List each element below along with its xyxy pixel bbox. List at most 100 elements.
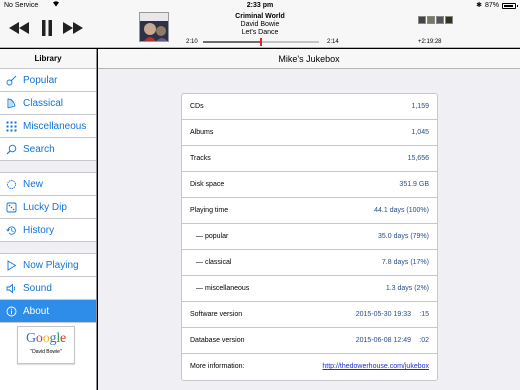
- row-date: 2015-05-30 19:33: [355, 311, 411, 318]
- table-row: Software version 2015-05-30 19:33 :15: [182, 302, 437, 328]
- row-label: — popular: [196, 233, 229, 240]
- google-query: "David Bowie": [30, 349, 62, 355]
- sidebar-item-label: Miscellaneous: [23, 120, 87, 132]
- sidebar-item-popular[interactable]: Popular: [0, 69, 96, 92]
- pause-button[interactable]: [38, 18, 56, 38]
- queue-thumbnail[interactable]: [427, 16, 435, 24]
- battery-icon: [502, 2, 518, 9]
- track-artist: David Bowie: [240, 21, 280, 28]
- row-label: — classical: [196, 259, 232, 266]
- harp-icon: [6, 98, 17, 109]
- row-value: 1.3 days (2%): [385, 285, 429, 292]
- speaker-icon: [6, 283, 17, 294]
- sidebar-item-label: Classical: [23, 97, 64, 109]
- row-label: Software version: [190, 311, 243, 318]
- row-label: Disk space: [190, 181, 225, 188]
- track-duration: 2:14: [327, 39, 339, 45]
- elapsed-time: 2:10: [186, 39, 198, 45]
- row-suffix: :02: [419, 337, 429, 344]
- sidebar-item-label: Now Playing: [23, 259, 79, 271]
- player-header: No Service 2:33 pm ✱ 87% Criminal World …: [0, 0, 520, 48]
- pause-icon: [42, 20, 52, 36]
- queue-thumbnails[interactable]: [418, 16, 453, 24]
- sidebar-item-sound[interactable]: Sound: [0, 277, 96, 300]
- row-label: Playing time: [190, 207, 229, 214]
- table-row: Disk space 351.9 GB: [182, 172, 437, 198]
- row-value: 35.0 days (79%): [378, 233, 429, 240]
- sidebar-item-now-playing[interactable]: Now Playing: [0, 254, 96, 277]
- sidebar-separator: [0, 161, 96, 173]
- progress-bar[interactable]: [203, 38, 319, 46]
- next-track-icon: [63, 22, 83, 34]
- sidebar-header: Library: [0, 49, 96, 69]
- table-row: Albums 1,045: [182, 120, 437, 146]
- sidebar-item-label: Popular: [23, 74, 58, 86]
- sidebar-item-miscellaneous[interactable]: Miscellaneous: [0, 115, 96, 138]
- sidebar-item-label: Sound: [23, 282, 52, 294]
- badge-icon: [6, 179, 17, 190]
- table-row: — miscellaneous 1.3 days (2%): [182, 276, 437, 302]
- table-row: More information: http://thedowerhouse.c…: [182, 354, 437, 380]
- row-label: CDs: [190, 103, 204, 110]
- table-row: Database version 2015-06-08 12:49 :02: [182, 328, 437, 354]
- table-row: CDs 1,159: [182, 94, 437, 120]
- sidebar-separator: [0, 242, 96, 254]
- row-value: 15,656: [407, 155, 429, 162]
- row-label: Tracks: [190, 155, 211, 162]
- table-row: — popular 35.0 days (79%): [182, 224, 437, 250]
- battery-percent: 87%: [484, 2, 499, 9]
- sidebar-item-label: New: [23, 178, 44, 190]
- page-title: Mike's Jukebox: [98, 49, 520, 69]
- sidebar-item-history[interactable]: History: [0, 219, 96, 242]
- library-sidebar: Library Popular Classical Miscellaneous …: [0, 49, 97, 390]
- stats-table: CDs 1,159 Albums 1,045 Tracks 15,656 Dis…: [181, 93, 438, 381]
- info-icon: [6, 306, 17, 317]
- sidebar-item-classical[interactable]: Classical: [0, 92, 96, 115]
- track-title: Criminal World: [235, 13, 285, 20]
- queue-thumbnail[interactable]: [445, 16, 453, 24]
- sidebar-item-new[interactable]: New: [0, 173, 96, 196]
- previous-track-icon: [9, 22, 29, 34]
- row-label: More information:: [190, 363, 245, 370]
- track-album: Let's Dance: [241, 29, 279, 36]
- magnifier-icon: [6, 144, 17, 155]
- main-panel: Mike's Jukebox CDs 1,159 Albums 1,045 Tr…: [98, 49, 520, 390]
- row-value: 44.1 days (100%): [374, 207, 429, 214]
- sidebar-item-lucky-dip[interactable]: Lucky Dip: [0, 196, 96, 219]
- play-icon: [6, 259, 17, 271]
- row-value: 351.9 GB: [399, 181, 429, 188]
- album-cover[interactable]: [139, 12, 169, 42]
- queue-thumbnail[interactable]: [418, 16, 426, 24]
- table-row: Playing time 44.1 days (100%): [182, 198, 437, 224]
- dice-icon: [6, 202, 17, 213]
- row-label: Database version: [190, 337, 245, 344]
- next-track-button[interactable]: [62, 18, 84, 38]
- grid-icon: [6, 121, 17, 132]
- progress-marker[interactable]: [260, 38, 262, 46]
- row-suffix: :15: [419, 311, 429, 318]
- table-row: Tracks 15,656: [182, 146, 437, 172]
- row-value: 1,159: [411, 103, 429, 110]
- queue-thumbnail[interactable]: [436, 16, 444, 24]
- bluetooth-icon: ✱: [476, 2, 482, 9]
- guitar-icon: [6, 75, 17, 86]
- google-logo: Google: [25, 331, 67, 346]
- more-info-link[interactable]: http://thedowerhouse.com/jukebox: [322, 354, 429, 380]
- row-label: Albums: [190, 129, 214, 136]
- queue-remaining-time: +2:19:28: [418, 39, 442, 45]
- status-bar: No Service 2:33 pm ✱ 87%: [0, 0, 520, 11]
- row-date: 2015-06-08 12:49: [355, 337, 411, 344]
- row-value: 1,045: [411, 129, 429, 136]
- sidebar-item-label: Lucky Dip: [23, 201, 67, 213]
- sidebar-item-search[interactable]: Search: [0, 138, 96, 161]
- status-time: 2:33 pm: [246, 2, 274, 9]
- google-search-button[interactable]: Google "David Bowie": [17, 326, 75, 364]
- sidebar-item-label: Search: [23, 143, 55, 155]
- row-label: — miscellaneous: [196, 285, 250, 292]
- sidebar-item-about[interactable]: About: [0, 300, 96, 323]
- sidebar-item-label: History: [23, 224, 55, 236]
- history-icon: [6, 225, 17, 236]
- sidebar-item-label: About: [23, 305, 50, 317]
- table-row: — classical 7.8 days (17%): [182, 250, 437, 276]
- previous-track-button[interactable]: [8, 18, 30, 38]
